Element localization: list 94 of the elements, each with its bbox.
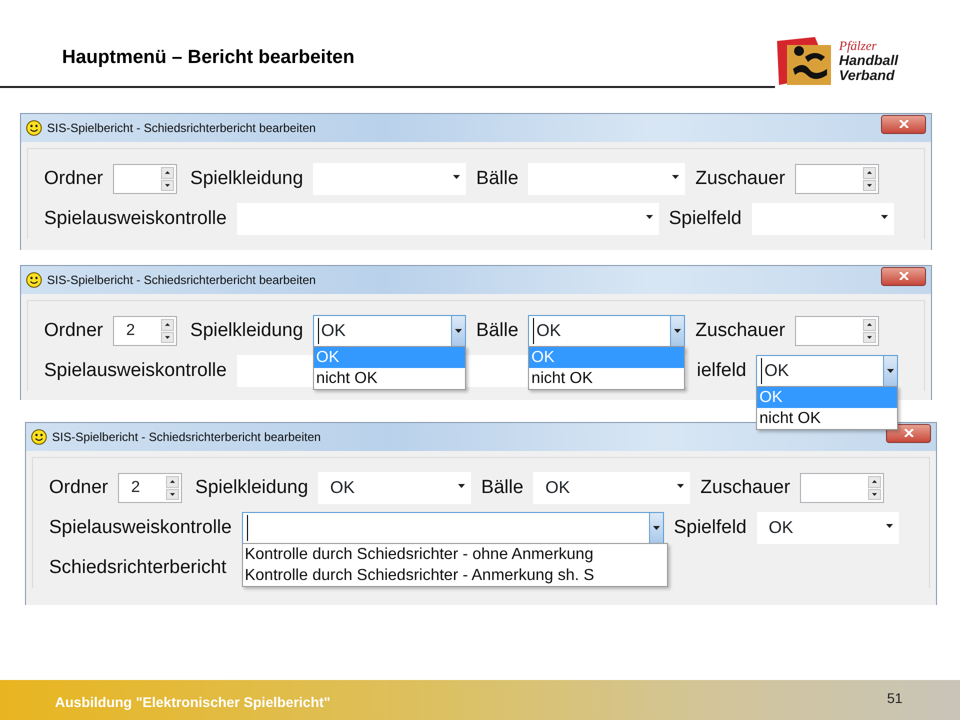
dropdown-field[interactable] — [752, 203, 894, 235]
dropdown-button[interactable] — [670, 316, 684, 346]
close-button[interactable] — [881, 266, 926, 286]
field-label: Bälle — [476, 318, 518, 343]
close-icon — [898, 272, 908, 280]
number-field[interactable] — [800, 473, 884, 503]
dropdown-field[interactable]: OK — [756, 512, 899, 544]
close-icon — [904, 429, 914, 437]
dropdown-field[interactable]: OK — [318, 472, 472, 504]
smiley-icon — [31, 429, 47, 445]
slide-title: Hauptmenü – Bericht bearbeiten — [62, 46, 354, 70]
field-label: Spielkleidung — [195, 476, 308, 500]
number-field[interactable] — [795, 316, 880, 346]
dropdown-field[interactable]: OK — [533, 472, 690, 504]
field-label: Spielfeld — [668, 206, 742, 231]
caret-icon — [677, 484, 684, 488]
field-label: Spielausweiskontrolle — [44, 206, 227, 231]
spin-up-button[interactable] — [166, 476, 180, 488]
page-number: 51 — [887, 689, 903, 708]
field-label: Zuschauer — [700, 476, 790, 500]
field-label: Bälle — [481, 476, 524, 500]
field-label: Spielfeld — [674, 516, 747, 540]
up-arrow-icon — [165, 171, 170, 174]
logo-text: Pfälzer — [839, 39, 878, 54]
caret-icon — [886, 524, 893, 528]
window-title: SIS-Spielbericht - Schiedsrichterbericht bearbeiten — [47, 272, 316, 289]
field-label: Zuschauer — [695, 166, 786, 191]
field-label: Spielkleidung — [190, 318, 304, 343]
field-label: Bälle — [476, 166, 518, 191]
field-label: Ordner — [49, 476, 108, 500]
dropdown-option[interactable]: Kontrolle durch Schiedsrichter - ohne Anmerkung — [242, 544, 667, 565]
close-button[interactable] — [886, 424, 931, 442]
field-label: Spielkleidung — [190, 166, 304, 191]
down-arrow-icon — [165, 184, 170, 187]
dropdown-option[interactable]: nicht OK — [529, 368, 684, 389]
dropdown-field[interactable] — [313, 163, 466, 195]
dropdown-button[interactable] — [883, 356, 898, 386]
spin-down-button[interactable] — [868, 488, 882, 500]
number-field[interactable] — [113, 164, 178, 194]
down-arrow-icon — [867, 336, 872, 339]
window-title: SIS-Spielbericht - Schiedsrichterbericht bearbeiten — [47, 120, 316, 137]
caret-icon — [652, 526, 660, 530]
smiley-icon — [26, 120, 42, 136]
spin-up-button[interactable] — [863, 167, 876, 178]
number-field[interactable]: 2 — [113, 316, 178, 346]
field-label: Ordner — [44, 166, 104, 191]
caret-icon — [458, 484, 466, 488]
window-title: SIS-Spielbericht - Schiedsrichterbericht bearbeiten — [52, 429, 321, 446]
footer-text: Ausbildung "Elektronischer Spielbericht" — [55, 693, 330, 712]
spin-up-button[interactable] — [868, 476, 882, 488]
dropdown-option[interactable]: nicht OK — [314, 368, 466, 389]
field-label: ielfeld — [696, 358, 746, 383]
number-field[interactable] — [795, 164, 880, 194]
dropdown-option[interactable]: nicht OK — [757, 408, 898, 429]
spin-down-button[interactable] — [161, 332, 174, 343]
field-label: Zuschauer — [695, 318, 786, 343]
number-field[interactable]: 2 — [118, 473, 182, 503]
caret-icon — [455, 329, 462, 333]
up-arrow-icon — [872, 480, 878, 484]
field-label: Spielausweiskontrolle — [44, 358, 227, 383]
spin-up-button[interactable] — [161, 167, 174, 178]
dropdown-button[interactable] — [451, 316, 466, 346]
spin-down-button[interactable] — [863, 180, 876, 191]
up-arrow-icon — [867, 171, 872, 174]
smiley-icon — [26, 272, 42, 288]
spin-down-button[interactable] — [166, 488, 180, 500]
caret-icon — [453, 175, 460, 179]
dropdown-field[interactable] — [528, 163, 686, 195]
down-arrow-icon — [867, 184, 872, 187]
dropdown-button[interactable] — [648, 513, 663, 543]
spin-down-button[interactable] — [863, 332, 876, 343]
spin-down-button[interactable] — [161, 180, 174, 191]
caret-icon — [880, 215, 888, 219]
field-label: Ordner — [44, 318, 104, 343]
caret-icon — [674, 329, 682, 333]
logo-text: Handball — [839, 53, 898, 68]
close-icon — [898, 120, 908, 128]
down-arrow-icon — [872, 492, 878, 496]
caret-icon — [672, 175, 680, 179]
down-arrow-icon — [165, 336, 170, 339]
up-arrow-icon — [170, 480, 176, 484]
close-button[interactable] — [881, 114, 926, 134]
spin-up-button[interactable] — [161, 319, 174, 330]
field-label: Schiedsrichterbericht — [49, 556, 226, 580]
down-arrow-icon — [170, 492, 176, 496]
up-arrow-icon — [165, 323, 170, 326]
caret-icon — [646, 215, 653, 219]
caret-icon — [887, 369, 894, 373]
logo-text: Verband — [839, 68, 896, 82]
dropdown-option[interactable]: Kontrolle durch Schiedsrichter - Anmerkung sh. S — [242, 565, 667, 586]
field-label: Spielausweiskontrolle — [49, 516, 232, 540]
spin-up-button[interactable] — [863, 319, 876, 330]
dropdown-field[interactable] — [236, 203, 659, 235]
up-arrow-icon — [867, 323, 872, 326]
